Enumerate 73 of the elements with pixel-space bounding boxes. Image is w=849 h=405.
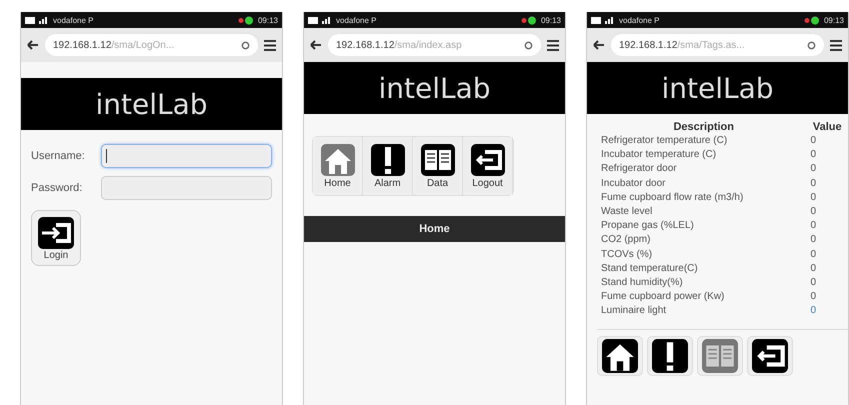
app-title: intelLab	[661, 72, 774, 104]
table-cell-text: 0	[809, 162, 818, 176]
table-cell-text: Incubator temperature (C)	[601, 148, 718, 162]
table-cell-text: 0	[809, 176, 818, 191]
table-cell-text: TCOVs (%)	[601, 248, 654, 262]
data-icon	[702, 338, 738, 373]
table-cell-text: Fume cupboard flow rate (m3/h)	[601, 190, 744, 205]
logout-icon	[470, 144, 504, 176]
table-cell-text: 0	[809, 219, 818, 234]
menu-icon[interactable]	[830, 40, 842, 50]
app-title: intelLab	[378, 72, 491, 104]
table-cell-text: 0	[809, 205, 818, 220]
table-cell-text: Refrigerator door	[601, 162, 678, 176]
table-cell-text: Propane gas (%LEL)	[601, 219, 695, 234]
table-cell-text: CO2 (ppm)	[601, 233, 652, 248]
table-cell-text: Waste level	[601, 205, 654, 220]
table-cell-text: Refrigerator temperature (C)	[601, 134, 728, 148]
field-label: Password:	[31, 182, 84, 194]
address-field[interactable]: 192.168.1.12/sma/LogOn...	[45, 34, 258, 56]
notification-dots-icon	[520, 16, 537, 24]
address-field[interactable]: 192.168.1.12/sma/index.asp	[328, 34, 541, 56]
table-cell-text: 0	[809, 304, 818, 318]
table-cell-text: 0	[809, 262, 818, 276]
home-icon	[320, 144, 354, 176]
back-arrow-icon[interactable]	[593, 40, 605, 50]
table-cell-text: 0	[809, 276, 818, 290]
nav-button[interactable]	[747, 336, 793, 376]
carrier-name: vodafone P	[53, 16, 94, 24]
table-cell-text: Stand temperature(C)	[601, 262, 699, 276]
input-field[interactable]	[101, 176, 272, 200]
status-time: 09:13	[824, 16, 844, 24]
section-title: Home	[419, 223, 450, 235]
field-label: Username:	[31, 150, 86, 162]
table-cell-text: Incubator door	[601, 176, 666, 191]
table-cell-text: Fume cupboard power (Kw)	[601, 290, 726, 304]
table-cell-text: 0	[809, 148, 818, 162]
input-field[interactable]	[101, 144, 272, 168]
battery-signal-icon	[591, 16, 615, 24]
logout-icon	[752, 338, 788, 373]
battery-signal-icon	[308, 16, 332, 24]
address-field[interactable]: 192.168.1.12/sma/Tags.as...	[611, 34, 824, 56]
notification-dots-icon	[804, 16, 820, 24]
table-cell-text: 0	[809, 233, 818, 248]
menu-icon[interactable]	[264, 40, 276, 50]
column-header: Value	[812, 120, 843, 134]
home-icon	[602, 338, 638, 373]
table-cell-text: Luminaire light	[601, 304, 668, 318]
app-title: intelLab	[95, 88, 208, 120]
back-arrow-icon[interactable]	[27, 40, 39, 50]
battery-signal-icon	[25, 16, 49, 24]
back-arrow-icon[interactable]	[310, 40, 322, 50]
nav-button[interactable]	[647, 336, 693, 376]
login-button[interactable]: Login	[31, 210, 81, 266]
reload-icon[interactable]	[241, 40, 250, 50]
data-icon	[420, 144, 454, 176]
reload-icon[interactable]	[524, 40, 533, 50]
nav-button[interactable]	[597, 336, 643, 376]
carrier-name: vodafone P	[336, 16, 376, 24]
column-header: Description	[672, 120, 735, 134]
reload-icon[interactable]	[807, 40, 816, 50]
table-cell-text: Stand humidity(%)	[601, 276, 684, 290]
table-cell-text: 0	[809, 134, 818, 148]
menu-icon[interactable]	[547, 40, 559, 50]
status-time: 09:13	[258, 16, 278, 24]
table-cell-text: 0	[809, 248, 818, 262]
status-time: 09:13	[540, 16, 561, 24]
notification-dots-icon	[238, 16, 254, 24]
table-cell-text: 0	[809, 190, 818, 205]
alarm-icon	[652, 338, 688, 373]
nav-button[interactable]: Home	[313, 137, 363, 195]
carrier-name: vodafone P	[619, 16, 660, 24]
alarm-icon	[370, 144, 404, 176]
table-cell-text: 0	[809, 290, 818, 304]
